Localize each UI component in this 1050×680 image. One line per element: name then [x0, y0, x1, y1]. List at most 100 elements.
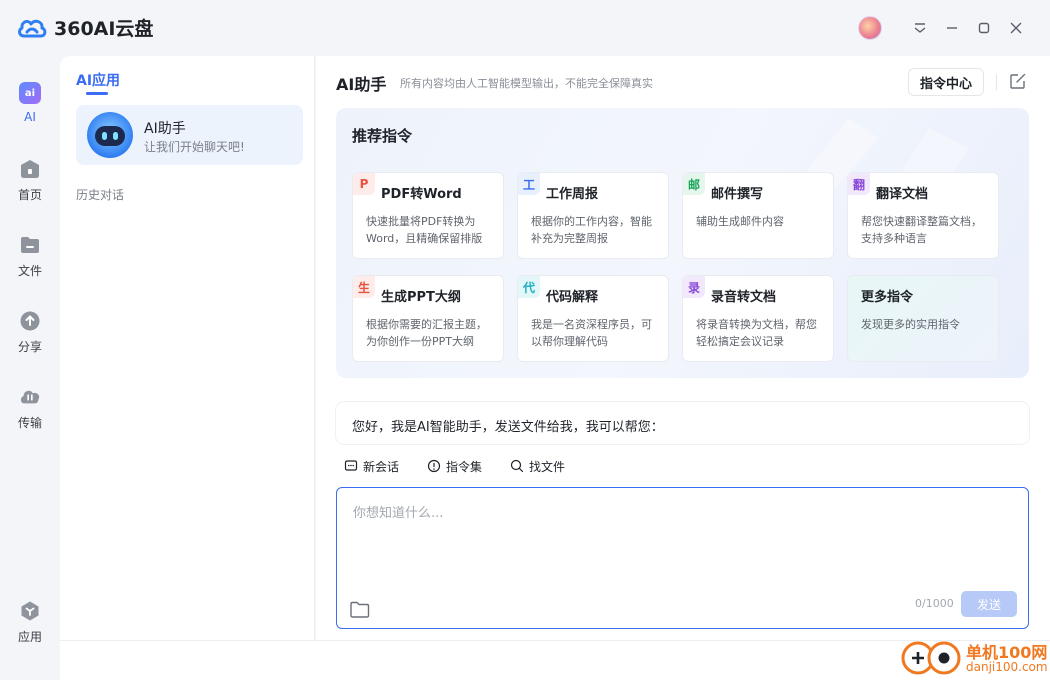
card-title: 工作周报	[546, 187, 599, 202]
maximize-icon	[978, 22, 990, 34]
ai-assistant-item[interactable]: AI助手 让我们开始聊天吧!	[76, 105, 303, 165]
maximize-button[interactable]	[968, 14, 1000, 42]
card-description: 发现更多的实用指令	[861, 318, 960, 331]
assistant-subtitle: 让我们开始聊天吧!	[144, 140, 245, 154]
minimize-button[interactable]	[936, 14, 968, 42]
app-title: 360AI云盘	[54, 18, 154, 40]
command-card[interactable]: 更多指令发现更多的实用指令	[847, 275, 999, 362]
command-set-button[interactable]: 指令集	[427, 458, 482, 475]
user-avatar[interactable]	[858, 16, 882, 40]
find-file-label: 找文件	[529, 459, 566, 474]
char-counter: 0/1000	[915, 597, 954, 610]
cloud-logo-icon	[18, 19, 47, 37]
card-title: PDF转Word	[381, 187, 462, 202]
rail-label-ai: AI	[24, 110, 36, 124]
greeting-text: 您好，我是AI智能助手，发送文件给我，我可以帮您：	[352, 420, 664, 435]
share-icon	[19, 310, 41, 332]
command-card[interactable]: 代代码解释我是一名资深程序员，可以帮你理解代码	[517, 275, 669, 362]
rail-label-share: 分享	[17, 340, 42, 354]
card-badge: 邮	[683, 173, 705, 195]
card-badge: 录	[683, 276, 705, 298]
rail-item-apps[interactable]: 应用	[0, 600, 60, 645]
close-button[interactable]	[1000, 14, 1032, 42]
watermark-url: danji100.com	[966, 660, 1048, 674]
card-description: 帮您快速翻译整篇文档，支持多种语言	[861, 215, 982, 245]
card-description: 辅助生成邮件内容	[696, 215, 784, 228]
menu-dropdown-icon	[914, 23, 926, 33]
chat-toolbar: 新会话 指令集 找文件	[344, 456, 593, 476]
card-badge: 生	[353, 276, 375, 298]
watermark-logo-icon	[901, 641, 961, 675]
card-title: 翻译文档	[876, 187, 929, 202]
folder-icon	[19, 234, 41, 256]
transfer-icon	[19, 386, 41, 408]
card-description: 我是一名资深程序员，可以帮你理解代码	[531, 318, 652, 348]
command-card[interactable]: 工工作周报根据你的工作内容，智能补充为完整周报	[517, 172, 669, 259]
main-panel: AI助手 所有内容均由人工智能模型输出，不能完全保障真实 指令中心 推荐指令 P…	[316, 56, 1050, 640]
ai-icon: ai	[19, 82, 41, 104]
left-nav-rail: ai AI 首页 文件 分享 传输 应用	[0, 56, 60, 680]
apps-icon	[19, 600, 41, 622]
card-title: 录音转文档	[711, 290, 777, 305]
send-button[interactable]: 发送	[961, 591, 1017, 617]
attach-folder-icon[interactable]	[349, 600, 371, 620]
card-badge: 翻	[848, 173, 870, 195]
recommended-commands-panel: 推荐指令 P PDF转Word 快速批量将PDF转换为Word，且精确保留排版 工工作…	[336, 108, 1029, 378]
chat-input-box[interactable]: 你想知道什么... 0/1000 发送	[336, 487, 1029, 629]
history-label: 历史对话	[76, 188, 125, 202]
minimize-icon	[947, 27, 957, 29]
command-set-label: 指令集	[446, 459, 483, 474]
command-card[interactable]: 翻翻译文档帮您快速翻译整篇文档，支持多种语言	[847, 172, 999, 259]
title-bar: 360AI云盘	[0, 0, 1050, 56]
close-icon	[1010, 22, 1022, 34]
rail-label-apps: 应用	[17, 630, 42, 644]
new-chat-label: 新会话	[363, 459, 400, 474]
card-title: 邮件撰写	[711, 187, 764, 202]
card-title: 代码解释	[546, 290, 599, 305]
command-card[interactable]: P PDF转Word 快速批量将PDF转换为Word，且精确保留排版	[352, 172, 504, 259]
card-title: 更多指令	[861, 290, 914, 305]
recommended-title: 推荐指令	[352, 127, 413, 145]
rail-item-home[interactable]: 首页	[0, 158, 60, 203]
window-controls	[858, 14, 1032, 42]
search-icon	[510, 459, 524, 473]
page-title: AI助手	[336, 75, 387, 94]
assistant-name: AI助手	[144, 121, 186, 137]
card-badge: 工	[518, 173, 540, 195]
command-card[interactable]: 生生成PPT大纲根据你需要的汇报主题，为你创作一份PPT大纲	[352, 275, 504, 362]
card-description: 根据你需要的汇报主题，为你创作一份PPT大纲	[366, 318, 487, 348]
rail-label-transfer: 传输	[17, 416, 42, 430]
new-chat-button[interactable]: 新会话	[344, 458, 399, 475]
rail-label-files: 文件	[17, 264, 42, 278]
menu-dropdown-button[interactable]	[904, 14, 936, 42]
disclaimer-note: 所有内容均由人工智能模型输出，不能完全保障真实	[400, 77, 653, 90]
rail-item-share[interactable]: 分享	[0, 310, 60, 355]
watermark: 单机100网 danji100.com	[900, 636, 1050, 680]
rail-item-transfer[interactable]: 传输	[0, 386, 60, 431]
command-card[interactable]: 录录音转文档将录音转换为文档，帮您轻松搞定会议记录	[682, 275, 834, 362]
chat-input-placeholder: 你想知道什么...	[353, 506, 444, 521]
assistant-greeting: 您好，我是AI智能助手，发送文件给我，我可以帮您：	[336, 402, 1029, 444]
tab-ai-apps[interactable]: AI应用	[76, 70, 120, 90]
command-center-button[interactable]: 指令中心	[908, 68, 984, 96]
rail-item-ai[interactable]: ai AI	[0, 82, 60, 124]
card-description: 快速批量将PDF转换为Word，且精确保留排版	[366, 215, 483, 245]
robot-avatar-icon	[87, 112, 133, 158]
card-description: 将录音转换为文档，帮您轻松搞定会议记录	[696, 318, 817, 348]
divider	[996, 74, 997, 90]
edit-icon[interactable]	[1008, 71, 1028, 91]
card-title: 生成PPT大纲	[381, 290, 461, 305]
home-icon	[19, 158, 41, 180]
command-icon	[427, 459, 441, 473]
command-card[interactable]: 邮邮件撰写辅助生成邮件内容	[682, 172, 834, 259]
card-badge: 代	[518, 276, 540, 298]
ai-apps-sidebar: AI应用 AI助手 让我们开始聊天吧! 历史对话	[60, 56, 315, 640]
app-logo: 360AI云盘	[16, 14, 153, 41]
card-description: 根据你的工作内容，智能补充为完整周报	[531, 215, 652, 245]
rail-label-home: 首页	[17, 188, 42, 202]
tab-underline	[86, 92, 108, 95]
rail-item-files[interactable]: 文件	[0, 234, 60, 279]
find-file-button[interactable]: 找文件	[510, 458, 565, 475]
chat-icon	[344, 460, 358, 471]
card-badge: P	[353, 173, 375, 195]
